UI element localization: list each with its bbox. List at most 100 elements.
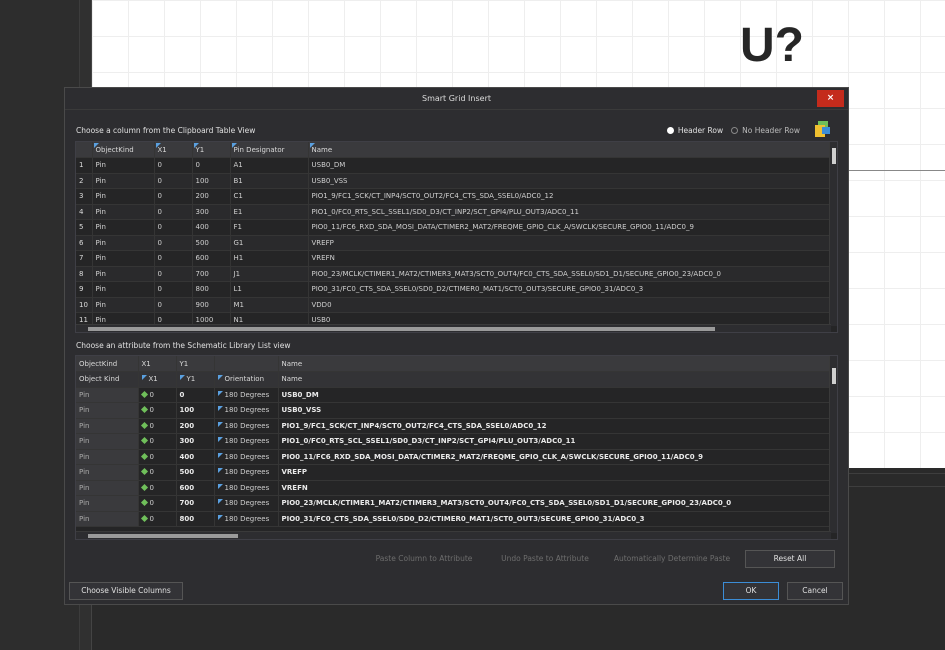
- undo-paste-button[interactable]: Undo Paste to Attribute: [491, 550, 599, 568]
- table-cell[interactable]: PIO0_23/MCLK/CTIMER1_MAT2/CTIMER3_MAT3/S…: [308, 266, 831, 282]
- table-cell[interactable]: PIO0_31/FC0_CTS_SDA_SSEL0/SD0_D2/CTIMER0…: [278, 511, 831, 527]
- table-row[interactable]: Pin 0 400 180 Degrees PIO0_11/FC6_RXD_SDA_MO…: [76, 449, 831, 465]
- table-cell[interactable]: 800: [176, 511, 215, 527]
- table-cell[interactable]: VREFN: [278, 480, 831, 496]
- column-header[interactable]: ObjectKind: [92, 142, 155, 158]
- table-cell[interactable]: 0: [176, 387, 215, 403]
- column-header[interactable]: Name: [278, 371, 831, 388]
- column-header[interactable]: Y1: [192, 142, 231, 158]
- table-cell[interactable]: 180 Degrees: [214, 387, 279, 403]
- table-cell[interactable]: 0: [154, 235, 193, 251]
- table-cell[interactable]: 0: [154, 188, 193, 205]
- table-cell[interactable]: USB0_DM: [308, 157, 831, 174]
- table-cell[interactable]: 200: [192, 188, 231, 205]
- table-row[interactable]: Pin 0 200 180 Degrees PIO1_9/FC1_SCK/CT_INP4…: [76, 418, 831, 434]
- table-cell[interactable]: 0: [138, 480, 177, 496]
- table-cell[interactable]: 0: [154, 297, 193, 313]
- clipboard-horizontal-scrollbar[interactable]: [76, 324, 831, 332]
- row-number[interactable]: 3: [76, 188, 93, 205]
- table-cell[interactable]: 900: [192, 297, 231, 313]
- table-row[interactable]: Pin 0 800 180 Degrees PIO0_31/FC0_CTS_SDA_SS…: [76, 511, 831, 527]
- table-cell[interactable]: 0: [138, 433, 177, 450]
- table-cell[interactable]: Pin: [76, 495, 139, 512]
- table-cell[interactable]: Pin: [76, 480, 139, 496]
- table-cell[interactable]: Pin: [76, 464, 139, 481]
- table-cell[interactable]: 400: [192, 219, 231, 236]
- table-row[interactable]: 8 Pin 0 700 J1 PIO0_23/MCLK/CTIMER1_MAT2/CTIM…: [76, 266, 831, 282]
- table-cell[interactable]: VDD0: [308, 297, 831, 313]
- table-cell[interactable]: 0: [154, 204, 193, 220]
- table-cell[interactable]: PIO1_9/FC1_SCK/CT_INP4/SCT0_OUT2/FC4_CTS…: [308, 188, 831, 205]
- table-cell[interactable]: Pin: [92, 266, 155, 282]
- table-cell[interactable]: USB0_VSS: [308, 173, 831, 189]
- column-header[interactable]: Y1: [176, 371, 215, 388]
- clipboard-table[interactable]: ObjectKind X1 Y1 Pin Designator Name 1 Pi…: [75, 141, 838, 333]
- table-cell[interactable]: 800: [192, 281, 231, 298]
- table-cell[interactable]: Pin: [92, 250, 155, 267]
- close-button[interactable]: ×: [817, 90, 844, 107]
- table-cell[interactable]: 400: [176, 449, 215, 465]
- table-cell[interactable]: 600: [192, 250, 231, 267]
- table-cell[interactable]: PIO0_11/FC6_RXD_SDA_MOSI_DATA/CTIMER2_MA…: [308, 219, 831, 236]
- attribute-vertical-scrollbar[interactable]: [829, 356, 837, 533]
- table-cell[interactable]: 0: [138, 402, 177, 419]
- column-header[interactable]: Name: [308, 142, 831, 158]
- table-cell[interactable]: G1: [230, 235, 309, 251]
- ok-button[interactable]: OK: [723, 582, 779, 600]
- row-number[interactable]: 1: [76, 157, 93, 174]
- scroll-thumb[interactable]: [832, 368, 836, 384]
- table-cell[interactable]: B1: [230, 173, 309, 189]
- row-number[interactable]: 10: [76, 297, 93, 313]
- scroll-thumb[interactable]: [832, 148, 836, 164]
- row-number[interactable]: 2: [76, 173, 93, 189]
- cancel-button[interactable]: Cancel: [787, 582, 843, 600]
- table-row[interactable]: 2 Pin 0 100 B1 USB0_VSS: [76, 173, 831, 189]
- table-cell[interactable]: 0: [138, 418, 177, 434]
- table-cell[interactable]: 180 Degrees: [214, 418, 279, 434]
- table-row[interactable]: 4 Pin 0 300 E1 PIO1_0/FC0_RTS_SCL_SSEL1/SD0_D…: [76, 204, 831, 220]
- table-cell[interactable]: PIO1_0/FC0_RTS_SCL_SSEL1/SD0_D3/CT_INP2/…: [278, 433, 831, 450]
- table-cell[interactable]: Pin: [92, 157, 155, 174]
- table-cell[interactable]: M1: [230, 297, 309, 313]
- table-cell[interactable]: H1: [230, 250, 309, 267]
- table-cell[interactable]: 0: [138, 464, 177, 481]
- table-cell[interactable]: PIO1_9/FC1_SCK/CT_INP4/SCT0_OUT2/FC4_CTS…: [278, 418, 831, 434]
- paste-clipboard-icon[interactable]: [812, 119, 832, 139]
- table-cell[interactable]: 0: [154, 173, 193, 189]
- table-cell[interactable]: 180 Degrees: [214, 433, 279, 450]
- table-cell[interactable]: 700: [176, 495, 215, 512]
- table-cell[interactable]: 180 Degrees: [214, 511, 279, 527]
- table-cell[interactable]: 200: [176, 418, 215, 434]
- column-header[interactable]: X1: [138, 371, 177, 388]
- table-cell[interactable]: Pin: [76, 511, 139, 527]
- row-number[interactable]: 5: [76, 219, 93, 236]
- table-row[interactable]: 5 Pin 0 400 F1 PIO0_11/FC6_RXD_SDA_MOSI_DATA/…: [76, 219, 831, 236]
- table-cell[interactable]: 0: [154, 250, 193, 267]
- table-cell[interactable]: Pin: [76, 402, 139, 419]
- table-cell[interactable]: 0: [154, 281, 193, 298]
- table-row[interactable]: Pin 0 700 180 Degrees PIO0_23/MCLK/CTIMER1_M…: [76, 495, 831, 512]
- scroll-thumb[interactable]: [88, 534, 238, 538]
- header-row-radio[interactable]: Header Row: [666, 126, 723, 135]
- table-cell[interactable]: Pin: [92, 235, 155, 251]
- table-cell[interactable]: 180 Degrees: [214, 449, 279, 465]
- table-cell[interactable]: 500: [176, 464, 215, 481]
- row-number[interactable]: 4: [76, 204, 93, 220]
- table-cell[interactable]: 500: [192, 235, 231, 251]
- table-cell[interactable]: Pin: [92, 204, 155, 220]
- table-cell[interactable]: 600: [176, 480, 215, 496]
- table-cell[interactable]: 0: [138, 449, 177, 465]
- table-row[interactable]: Pin 0 0 180 Degrees USB0_DM: [76, 387, 831, 403]
- table-cell[interactable]: 0: [154, 157, 193, 174]
- table-cell[interactable]: 0: [154, 266, 193, 282]
- table-cell[interactable]: USB0_DM: [278, 387, 831, 403]
- table-cell[interactable]: F1: [230, 219, 309, 236]
- row-number[interactable]: 6: [76, 235, 93, 251]
- row-number[interactable]: 7: [76, 250, 93, 267]
- table-cell[interactable]: PIO1_0/FC0_RTS_SCL_SSEL1/SD0_D3/CT_INP2/…: [308, 204, 831, 220]
- table-cell[interactable]: Pin: [76, 433, 139, 450]
- table-cell[interactable]: E1: [230, 204, 309, 220]
- table-cell[interactable]: Pin: [92, 219, 155, 236]
- table-cell[interactable]: 0: [154, 219, 193, 236]
- table-cell[interactable]: VREFP: [278, 464, 831, 481]
